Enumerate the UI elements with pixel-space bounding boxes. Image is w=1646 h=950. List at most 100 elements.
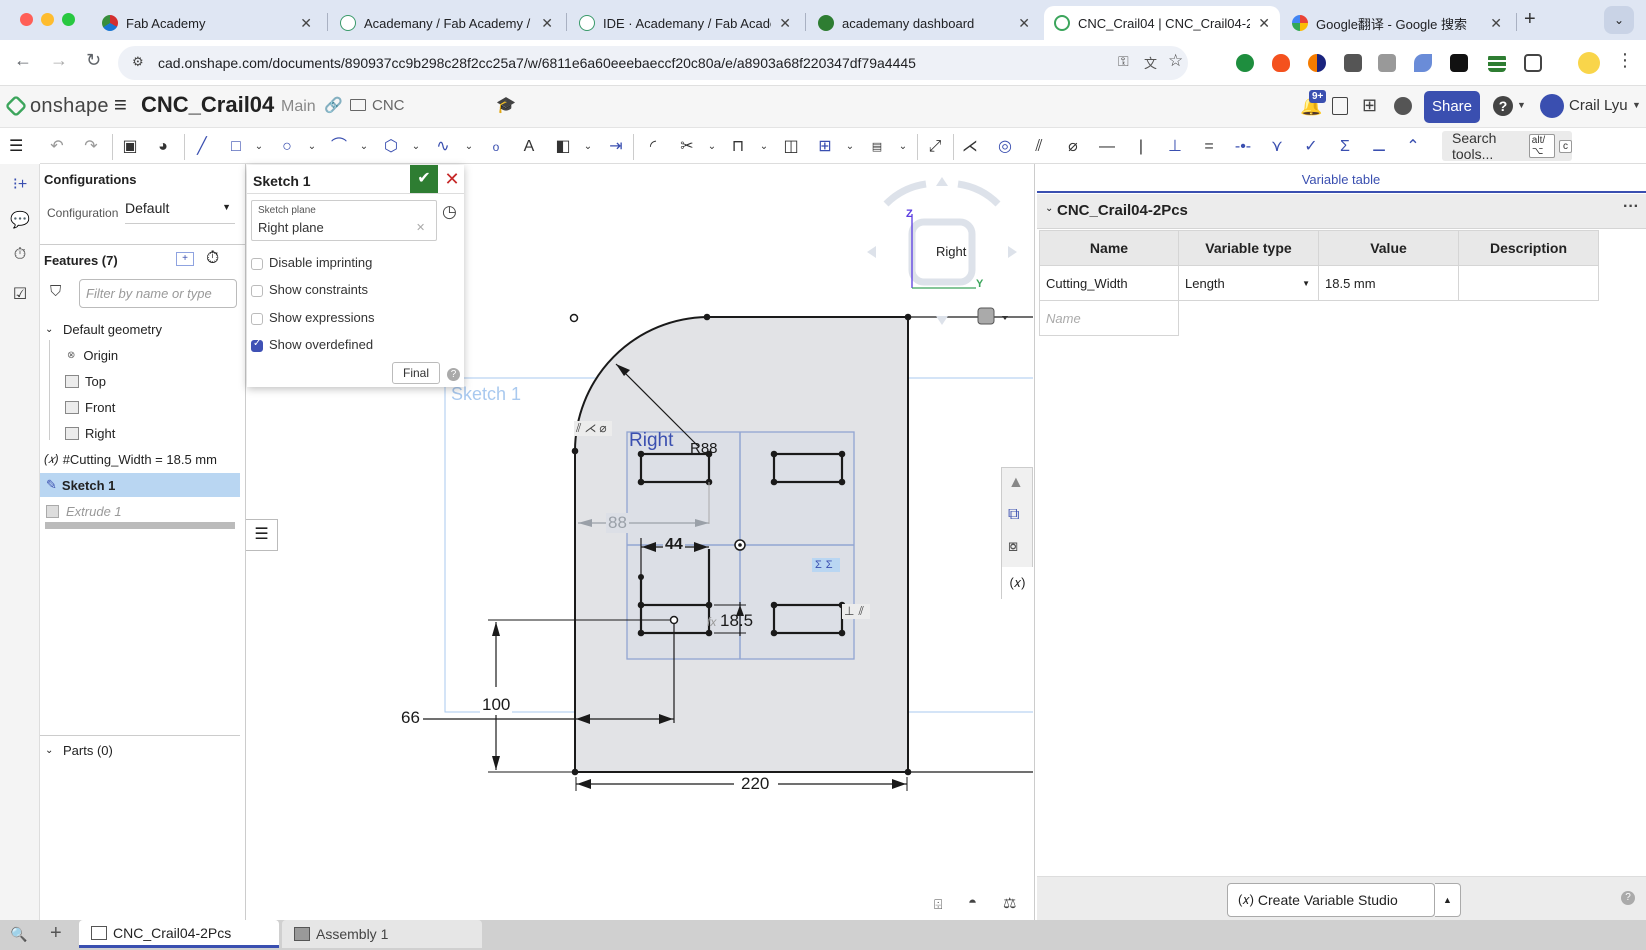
fox-extension-icon[interactable] [1272,54,1290,72]
back-icon[interactable]: ← [14,50,32,71]
fillet-tool-icon[interactable]: ◜ [643,137,663,157]
rectangle-dropdown-icon[interactable]: ⌄ [249,137,269,157]
concentric-constraint-icon[interactable]: ◎ [995,137,1015,157]
mass-properties-icon[interactable]: ◓ [968,894,977,911]
tasks-checklist-icon[interactable] [1332,97,1348,115]
search-tools-input[interactable]: Search tools... alt/⌥ c [1442,130,1572,162]
help-icon[interactable]: ? [1493,96,1513,116]
construction-dropdown-icon[interactable]: ⌄ [578,137,598,157]
checkbox-box[interactable] [251,284,263,297]
variable-table-toggle-icon[interactable]: (𝑥) [1002,567,1033,599]
close-tab-icon[interactable]: ✕ [300,15,312,32]
feature-item-extrude[interactable]: Extrude 1 [40,499,246,523]
dimension-220-label[interactable]: 220 [738,774,773,794]
text-tool-icon[interactable]: A [519,137,539,157]
checkbox-box-checked[interactable]: ✓ [251,338,263,352]
url-input[interactable]: ⚙ cad.onshape.com/documents/890937cc9b29… [118,46,1188,80]
tab-search-chevron-icon[interactable]: ⌄ [1604,6,1634,34]
dimension-66-label[interactable]: 66 [401,708,420,728]
normal-constraint-icon[interactable]: ⋎ [1267,137,1287,157]
dimension-44-label[interactable]: 44 [663,536,685,554]
browser-tab-active[interactable]: CNC_Crail04 | CNC_Crail04-2 ✕ [1044,6,1280,40]
undo-icon[interactable]: ↶ [47,137,67,157]
create-variable-studio-dropdown[interactable]: ▲ [1435,883,1461,917]
feature-item-right[interactable]: Right [40,421,246,445]
variable-name-cell[interactable]: Cutting_Width [1039,265,1179,301]
share-button[interactable]: Share [1424,91,1480,123]
browser-tab[interactable]: academany dashboard ✕ [808,6,1040,40]
midpoint-constraint-icon[interactable]: -•- [1233,137,1253,157]
show-expressions-checkbox[interactable]: Show expressions [251,310,375,325]
history-stopwatch-icon[interactable]: ⏱ [9,246,31,268]
properties-cube-icon[interactable]: ⧉ [1008,506,1019,524]
spline-dropdown-icon[interactable]: ⌄ [459,137,479,157]
trim-tool-icon[interactable]: ✂ [677,137,697,157]
close-tab-icon[interactable]: ✕ [779,15,791,32]
construction-tool-icon[interactable]: ◧ [553,137,573,157]
symmetric-constraint-icon[interactable]: Σ [1335,137,1355,157]
bookmark-star-icon[interactable]: ☆ [1168,51,1183,71]
spline-tool-icon[interactable]: ∿ [433,137,453,157]
dimension-88-label[interactable]: 88 [606,513,629,533]
sketch-plane-field[interactable]: Sketch plane Right plane ✕ [251,200,437,241]
extension-icon[interactable] [1450,54,1468,72]
variable-type-select[interactable]: Length ▼ [1178,265,1319,301]
chevron-down-icon[interactable]: ⌄ [1045,203,1053,214]
horizontal-constraint-icon[interactable]: — [1097,137,1117,157]
configuration-table-icon[interactable]: ⧇ [1008,538,1018,556]
browser-menu-icon[interactable]: ⋮ [1616,50,1634,71]
fix-constraint-icon[interactable]: ⚊ [1369,137,1389,157]
feature-item-front[interactable]: Front [40,395,246,419]
arc-tool-icon[interactable]: ⌒ [329,137,349,157]
redo-icon[interactable]: ↷ [81,137,101,157]
add-folder-icon[interactable]: + [176,252,194,266]
symmetric-constraint-badge[interactable]: ΣΣ [812,558,840,572]
close-tab-icon[interactable]: ✕ [1018,15,1030,32]
learning-center-icon[interactable] [1394,97,1412,115]
cancel-x-button[interactable]: ✕ [442,165,462,193]
rollback-bar[interactable] [45,522,235,529]
add-tab-button[interactable]: + [50,922,62,945]
rollback-stopwatch-icon[interactable]: ⏱ [206,248,219,268]
circle-tool-icon[interactable]: ○ [277,137,297,157]
checkbox-box[interactable] [251,312,263,325]
education-cap-icon[interactable]: 🎓 [496,95,516,115]
perpendicular-parallel-constraint-icons[interactable]: ⊥⫽ [842,604,870,619]
accept-check-button[interactable]: ✔ [410,165,438,193]
feature-item-variable[interactable]: (𝑥) #Cutting_Width = 18.5 mm [40,447,246,471]
mirror-tool-icon[interactable]: ◫ [781,137,801,157]
translate-icon[interactable]: 文 [1144,53,1157,72]
measure-icon[interactable]: ⌹ [934,896,942,913]
feature-filter-input[interactable]: Filter by name or type [79,279,237,308]
folder-breadcrumb[interactable]: CNC [372,97,405,114]
extensions-puzzle-icon[interactable] [1524,54,1542,72]
help-dropdown-icon[interactable]: ▼ [1517,100,1526,110]
coincident-constraint-icon[interactable]: ⋌ [960,137,980,157]
hamburger-menu-icon[interactable]: ≡ [114,92,127,118]
dxf-import-icon[interactable]: ▤ [867,137,887,157]
use-tool-icon[interactable]: ⇥ [606,137,626,157]
create-variable-studio-button[interactable]: (𝑥) Create Variable Studio [1227,883,1435,917]
document-title[interactable]: CNC_Crail04 [141,92,274,118]
view-cube-face-label[interactable]: Right [936,244,966,259]
feather-extension-icon[interactable] [1414,54,1432,72]
app-store-icon[interactable]: ⊞ [1362,95,1377,116]
vertical-constraint-icon[interactable]: | [1131,137,1151,157]
dimension-18-5-label[interactable]: 18.5 [720,611,753,631]
onshape-logo-text[interactable]: onshape [30,95,109,118]
trim-dropdown-icon[interactable]: ⌄ [702,137,722,157]
curvature-constraint-icon[interactable]: ⌃ [1403,137,1423,157]
feature-item-sketch-selected[interactable]: ✎ Sketch 1 [40,473,240,497]
default-geometry-group[interactable]: ⌄ Default geometry [40,317,246,341]
new-sketch-icon[interactable]: ▣ [120,137,140,157]
extension-icon[interactable] [1344,54,1362,72]
branch-name[interactable]: Main [281,98,316,116]
tab-assembly[interactable]: Assembly 1 [282,920,482,948]
radius-dimension-label[interactable]: R88 [690,440,718,457]
user-menu-dropdown-icon[interactable]: ▼ [1632,100,1641,110]
maximize-window-button[interactable] [62,13,75,26]
close-tab-icon[interactable]: ✕ [1258,15,1270,32]
site-settings-icon[interactable]: ⚙ [132,54,144,70]
appearance-icon[interactable]: ▲ [1008,474,1024,492]
user-avatar[interactable] [1540,94,1564,118]
